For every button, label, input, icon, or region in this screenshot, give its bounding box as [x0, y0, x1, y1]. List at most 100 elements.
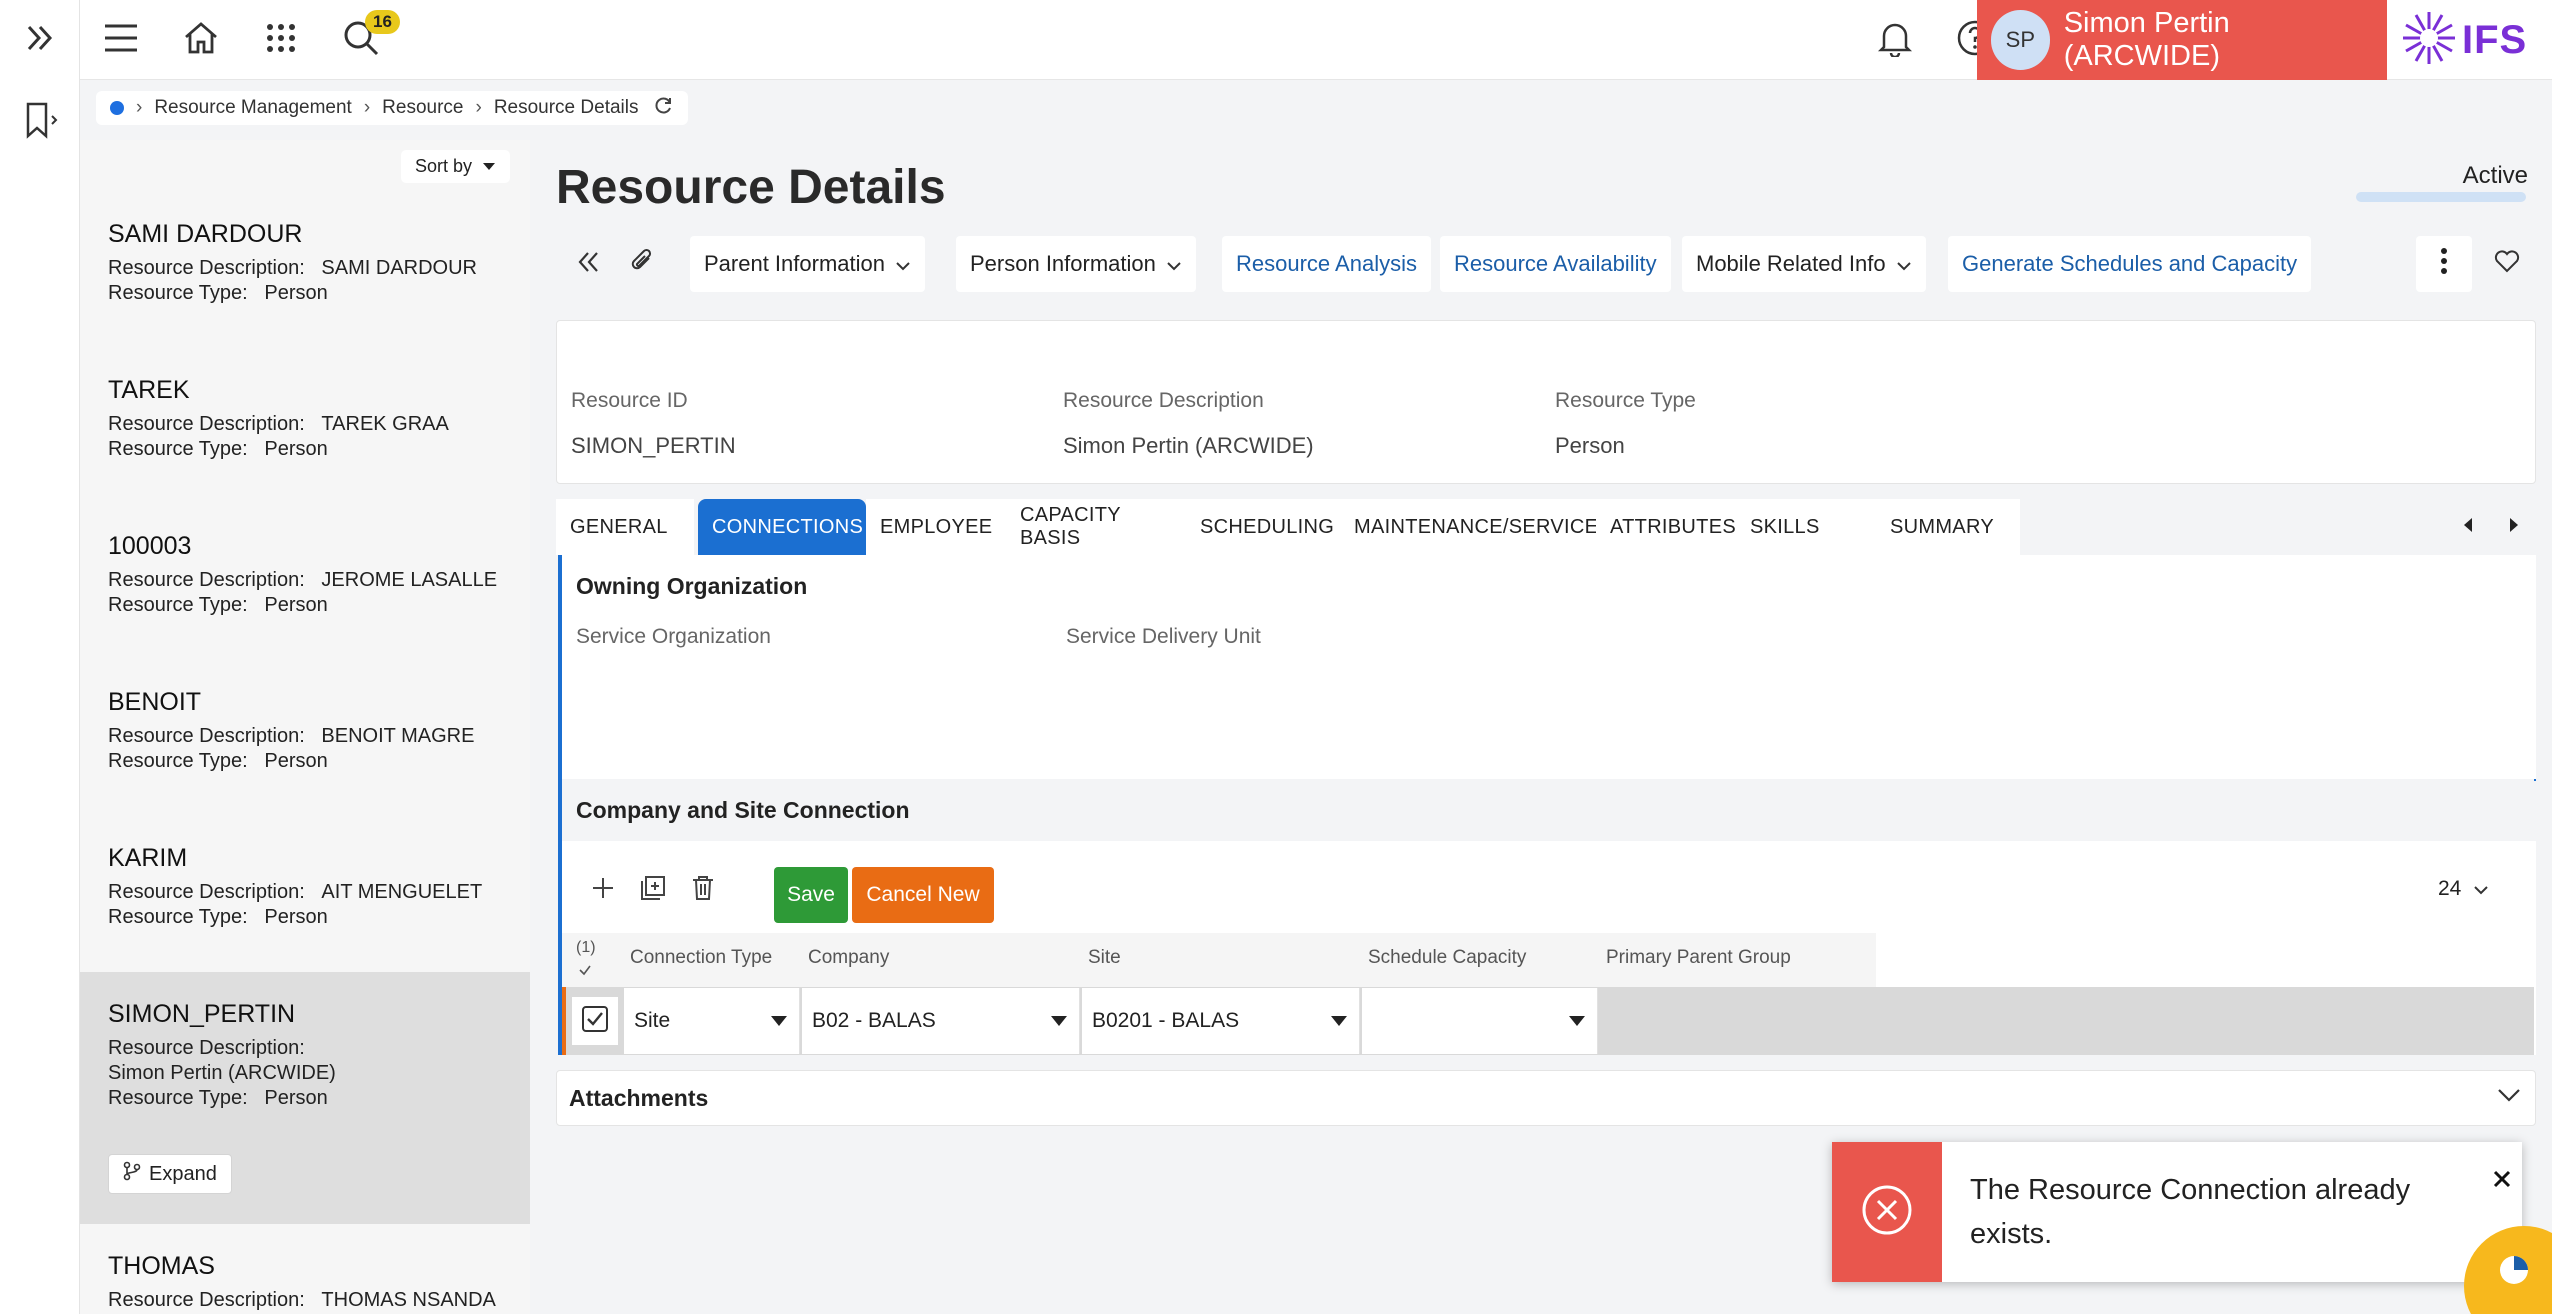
add-row-button[interactable] [578, 863, 628, 917]
list-item-type: Resource Type: Person [108, 750, 328, 772]
expand-label: Expand [149, 1162, 217, 1185]
tab-employee[interactable]: EMPLOYEE [866, 499, 1006, 555]
list-item-description-label: Resource Description: [108, 1037, 305, 1059]
list-item-selected[interactable]: SIMON_PERTIN Resource Description: Simon… [80, 972, 530, 1224]
caret-left-icon [2462, 517, 2474, 538]
caret-down-icon [1569, 1016, 1585, 1026]
tab-skills[interactable]: SKILLS [1736, 499, 1876, 555]
chevron-down-icon[interactable] [2497, 1087, 2521, 1108]
attachment-button[interactable] [618, 236, 668, 292]
save-button[interactable]: Save [774, 867, 848, 923]
parent-information-menu[interactable]: Parent Information [690, 236, 925, 292]
person-information-label: Person Information [970, 251, 1156, 276]
list-item-title: THOMAS [108, 1252, 215, 1280]
list-item[interactable]: KARIM Resource Description: AIT MENGUELE… [80, 844, 530, 990]
tab-summary[interactable]: SUMMARY [1876, 499, 2020, 555]
breadcrumb-home-dot-icon[interactable] [110, 101, 124, 115]
heart-icon [2494, 249, 2520, 279]
collapse-list-button[interactable] [564, 236, 614, 292]
sort-by-label: Sort by [414, 156, 472, 176]
detail-tabs: GENERAL CONNECTIONS EMPLOYEE CAPACITY BA… [556, 499, 2536, 555]
column-header-site[interactable]: Site [1088, 947, 1121, 969]
column-header-schedule-capacity[interactable]: Schedule Capacity [1368, 947, 1526, 969]
connection-type-select[interactable]: Site [624, 988, 800, 1054]
list-item-description: Resource Description: JEROME LASALLE [108, 569, 498, 591]
resource-header-panel: Resource ID SIMON_PERTIN Resource Descri… [556, 320, 2536, 484]
list-item-description: Resource Description: TAREK GRAA [108, 413, 449, 435]
bell-icon [1877, 19, 1913, 62]
list-item[interactable]: 100003 Resource Description: JEROME LASA… [80, 532, 530, 678]
expand-button[interactable]: Expand [108, 1154, 232, 1194]
branch-icon [123, 1161, 141, 1187]
schedule-capacity-select[interactable] [1362, 988, 1598, 1054]
caret-down-icon [1051, 1016, 1067, 1026]
tab-connections[interactable]: CONNECTIONS [698, 499, 866, 555]
apps-button[interactable] [241, 0, 321, 80]
chevron-down-icon [2473, 877, 2489, 901]
tab-general[interactable]: GENERAL [556, 499, 694, 555]
list-item[interactable]: SAMI DARDOUR Resource Description: SAMI … [80, 220, 530, 366]
list-item-description: Simon Pertin (ARCWIDE) [108, 1062, 336, 1084]
row-select-checkbox[interactable] [572, 997, 618, 1045]
home-button[interactable] [161, 0, 241, 80]
breadcrumb-item-current: Resource Details [493, 97, 639, 118]
resource-availability-link[interactable]: Resource Availability [1440, 236, 1671, 292]
home-icon [183, 20, 219, 61]
breadcrumb-item[interactable]: Resource [382, 97, 463, 119]
trash-icon [691, 875, 715, 906]
table-row[interactable]: Site B02 - BALAS B0201 - BALAS [562, 987, 2534, 1055]
attachments-panel[interactable]: Attachments [556, 1070, 2536, 1126]
menu-button[interactable] [81, 0, 161, 80]
list-item-title: KARIM [108, 844, 188, 872]
column-header-connection-type[interactable]: Connection Type [630, 947, 772, 969]
list-item[interactable]: THOMAS Resource Description: THOMAS NSAN… [80, 1252, 530, 1314]
cancel-new-button[interactable]: Cancel New [852, 867, 994, 923]
generate-schedules-link[interactable]: Generate Schedules and Capacity [1948, 236, 2312, 292]
list-item-type: Resource Type: Person [108, 282, 328, 304]
tab-maintenance-service[interactable]: MAINTENANCE/SERVICE [1340, 499, 1598, 555]
tab-scheduling[interactable]: SCHEDULING [1186, 499, 1340, 555]
notification-count-badge: 16 [365, 10, 400, 34]
company-select[interactable]: B02 - BALAS [802, 988, 1080, 1054]
close-icon[interactable] [2492, 1164, 2512, 1196]
expand-navigator-button[interactable] [0, 0, 80, 80]
list-item[interactable]: BENOIT Resource Description: BENOIT MAGR… [80, 688, 530, 834]
breadcrumb-item[interactable]: Resource Management [154, 97, 352, 119]
paperclip-icon [630, 248, 656, 281]
breadcrumb: › Resource Management › Resource › Resou… [96, 91, 689, 125]
list-item-description: Resource Description: BENOIT MAGRE [108, 725, 475, 747]
duplicate-row-button[interactable] [628, 863, 678, 917]
delete-row-button[interactable] [678, 863, 728, 917]
more-options-button[interactable] [2416, 236, 2472, 292]
logo-burst-icon [2400, 9, 2458, 72]
tab-capacity-basis[interactable]: CAPACITY BASIS [1006, 499, 1186, 555]
person-information-menu[interactable]: Person Information [956, 236, 1196, 292]
search-button[interactable]: 16 [321, 0, 401, 80]
list-item-title: TAREK [108, 376, 190, 404]
sort-by-button[interactable]: Sort by [400, 150, 510, 183]
favorite-button[interactable] [2482, 236, 2532, 292]
chevron-down-icon [895, 251, 911, 277]
column-header-company[interactable]: Company [808, 947, 889, 969]
top-bar: 16 SP Simon Pertin (ARCWIDE) IFS [80, 0, 2552, 80]
resource-analysis-link[interactable]: Resource Analysis [1222, 236, 1431, 292]
user-name: Simon Pertin (ARCWIDE) [2063, 7, 2230, 72]
caret-right-icon [2508, 517, 2520, 538]
page-size-selector[interactable]: 24 [2438, 877, 2489, 901]
chevron-right-icon: › [475, 97, 482, 118]
mobile-related-info-menu[interactable]: Mobile Related Info [1682, 236, 1926, 292]
tabs-scroll-left-button[interactable] [2448, 499, 2488, 555]
notifications-button[interactable] [1855, 0, 1935, 80]
tab-attributes[interactable]: ATTRIBUTES [1596, 499, 1736, 555]
user-menu-button[interactable]: SP Simon Pertin (ARCWIDE) [1977, 0, 2387, 80]
list-item-title: SIMON_PERTIN [108, 1000, 296, 1028]
site-select[interactable]: B0201 - BALAS [1082, 988, 1360, 1054]
double-chevron-right-icon [23, 21, 57, 60]
resource-type-value: Person [1555, 433, 1625, 458]
column-header-primary-parent-group[interactable]: Primary Parent Group [1606, 947, 1791, 969]
tabs-scroll-right-button[interactable] [2494, 499, 2534, 555]
refresh-icon[interactable] [654, 95, 674, 121]
list-item[interactable]: TAREK Resource Description: TAREK GRAA R… [80, 376, 530, 522]
bookmarks-button[interactable] [0, 82, 80, 162]
list-item-description: Resource Description: AIT MENGUELET [108, 881, 483, 903]
